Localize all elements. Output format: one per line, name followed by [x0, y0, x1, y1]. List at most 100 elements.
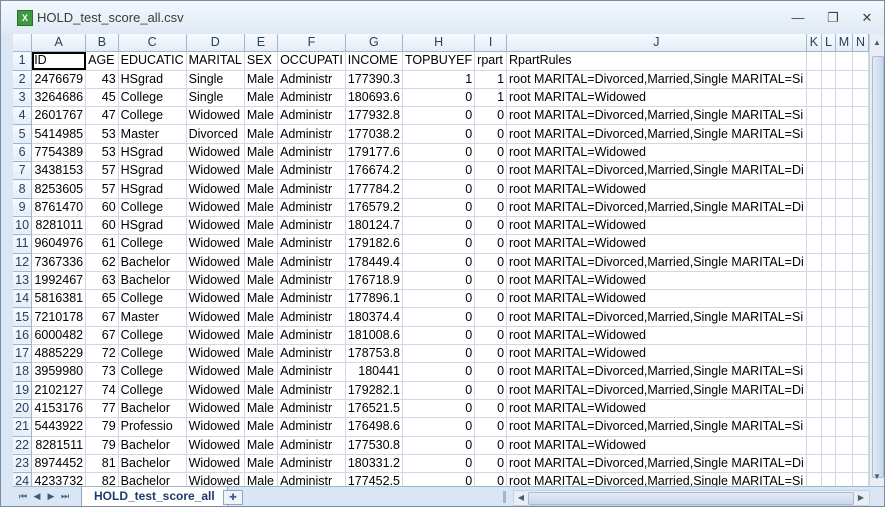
column-header-d[interactable]: D: [186, 34, 245, 53]
cell-e9[interactable]: Male: [244, 198, 279, 217]
cell-a19[interactable]: 2102127: [31, 381, 87, 400]
horizontal-scrollbar[interactable]: ◀ ▶: [513, 490, 870, 506]
cell-m13[interactable]: [835, 271, 854, 291]
cell-d17[interactable]: Widowed: [186, 344, 245, 364]
cell-m21[interactable]: [835, 417, 854, 437]
cell-g15[interactable]: 180374.4: [345, 307, 404, 327]
cell-k19[interactable]: [806, 381, 823, 400]
row-header[interactable]: 22: [13, 436, 33, 455]
cell-l12[interactable]: [821, 253, 836, 272]
cell-d8[interactable]: Widowed: [186, 179, 245, 199]
cell-f24[interactable]: Administr: [277, 472, 346, 486]
cell-e7[interactable]: Male: [244, 161, 279, 181]
cell-g7[interactable]: 176674.2: [345, 161, 404, 181]
cell-f17[interactable]: Administr: [277, 344, 346, 364]
cell-h20[interactable]: 0: [402, 399, 476, 419]
cell-j22[interactable]: root MARITAL=Widowed: [506, 436, 807, 455]
cell-l3[interactable]: [821, 88, 836, 108]
cell-g10[interactable]: 180124.7: [345, 216, 404, 236]
cell-e2[interactable]: Male: [244, 70, 279, 89]
cell-i23[interactable]: 0: [474, 454, 508, 474]
cell-n19[interactable]: [852, 381, 869, 400]
row-header[interactable]: 16: [13, 326, 33, 346]
cell-a3[interactable]: 3264686: [31, 88, 87, 108]
row-header[interactable]: 8: [13, 179, 33, 199]
cell-j19[interactable]: root MARITAL=Divorced,Married,Single MAR…: [506, 381, 807, 400]
cell-k20[interactable]: [806, 399, 823, 419]
cell-k12[interactable]: [806, 253, 823, 272]
cell-j8[interactable]: root MARITAL=Widowed: [506, 179, 807, 199]
cell-a12[interactable]: 7367336: [31, 253, 87, 272]
cell-f23[interactable]: Administr: [277, 454, 346, 474]
cell-h18[interactable]: 0: [402, 362, 476, 382]
cell-a24[interactable]: 4233732: [31, 472, 87, 486]
cell-b16[interactable]: 67: [85, 326, 119, 346]
cell-g5[interactable]: 177038.2: [345, 124, 404, 144]
cell-n23[interactable]: [852, 454, 869, 474]
cell-i14[interactable]: 0: [474, 289, 508, 309]
cell-k7[interactable]: [806, 161, 823, 181]
cell-g18[interactable]: 180441: [345, 362, 404, 382]
cell-e8[interactable]: Male: [244, 179, 279, 199]
cell-b1[interactable]: AGE: [85, 51, 119, 71]
cell-b2[interactable]: 43: [85, 70, 119, 89]
cell-k13[interactable]: [806, 271, 823, 291]
cell-l17[interactable]: [821, 344, 836, 364]
cell-b3[interactable]: 45: [85, 88, 119, 108]
cell-l23[interactable]: [821, 454, 836, 474]
cell-n6[interactable]: [852, 143, 869, 163]
cell-f11[interactable]: Administr: [277, 234, 346, 254]
cell-b4[interactable]: 47: [85, 106, 119, 126]
horizontal-scroll-thumb[interactable]: [528, 492, 854, 505]
cell-f4[interactable]: Administr: [277, 106, 346, 126]
vertical-scrollbar[interactable]: ▲ ▼: [869, 34, 884, 486]
cell-n17[interactable]: [852, 344, 869, 364]
cell-d4[interactable]: Widowed: [186, 106, 245, 126]
cell-n4[interactable]: [852, 106, 869, 126]
cell-b7[interactable]: 57: [85, 161, 119, 181]
cell-j18[interactable]: root MARITAL=Divorced,Married,Single MAR…: [506, 362, 807, 382]
cell-f1[interactable]: OCCUPATI: [277, 51, 346, 71]
cell-g24[interactable]: 177452.5: [345, 472, 404, 486]
row-header[interactable]: 17: [13, 344, 33, 364]
cell-a16[interactable]: 6000482: [31, 326, 87, 346]
cell-m8[interactable]: [835, 179, 854, 199]
cell-l10[interactable]: [821, 216, 836, 236]
cell-f5[interactable]: Administr: [277, 124, 346, 144]
cell-n3[interactable]: [852, 88, 869, 108]
cell-i18[interactable]: 0: [474, 362, 508, 382]
cell-d24[interactable]: Widowed: [186, 472, 245, 486]
cell-m22[interactable]: [835, 436, 854, 455]
cell-h3[interactable]: 0: [402, 88, 476, 108]
insert-sheet-icon[interactable]: ✚: [223, 490, 243, 505]
cell-i8[interactable]: 0: [474, 179, 508, 199]
cell-k8[interactable]: [806, 179, 823, 199]
cell-a2[interactable]: 2476679: [31, 70, 87, 89]
cell-f18[interactable]: Administr: [277, 362, 346, 382]
cell-i19[interactable]: 0: [474, 381, 508, 400]
cell-d2[interactable]: Single: [186, 70, 245, 89]
cell-i10[interactable]: 0: [474, 216, 508, 236]
cell-a22[interactable]: 8281511: [31, 436, 87, 455]
cell-f6[interactable]: Administr: [277, 143, 346, 163]
cell-m12[interactable]: [835, 253, 854, 272]
cell-c21[interactable]: Professio: [118, 417, 187, 437]
row-header[interactable]: 13: [13, 271, 33, 291]
cell-h4[interactable]: 0: [402, 106, 476, 126]
cell-k15[interactable]: [806, 307, 823, 327]
cell-k18[interactable]: [806, 362, 823, 382]
cell-m7[interactable]: [835, 161, 854, 181]
cell-j17[interactable]: root MARITAL=Widowed: [506, 344, 807, 364]
cell-e20[interactable]: Male: [244, 399, 279, 419]
cell-h13[interactable]: 0: [402, 271, 476, 291]
cell-f10[interactable]: Administr: [277, 216, 346, 236]
cell-h10[interactable]: 0: [402, 216, 476, 236]
cell-d15[interactable]: Widowed: [186, 307, 245, 327]
cell-i9[interactable]: 0: [474, 198, 508, 217]
cell-j11[interactable]: root MARITAL=Widowed: [506, 234, 807, 254]
cell-h2[interactable]: 1: [402, 70, 476, 89]
cell-k5[interactable]: [806, 124, 823, 144]
cell-g16[interactable]: 181008.6: [345, 326, 404, 346]
cell-g12[interactable]: 178449.4: [345, 253, 404, 272]
scroll-up-icon[interactable]: ▲: [870, 36, 884, 50]
